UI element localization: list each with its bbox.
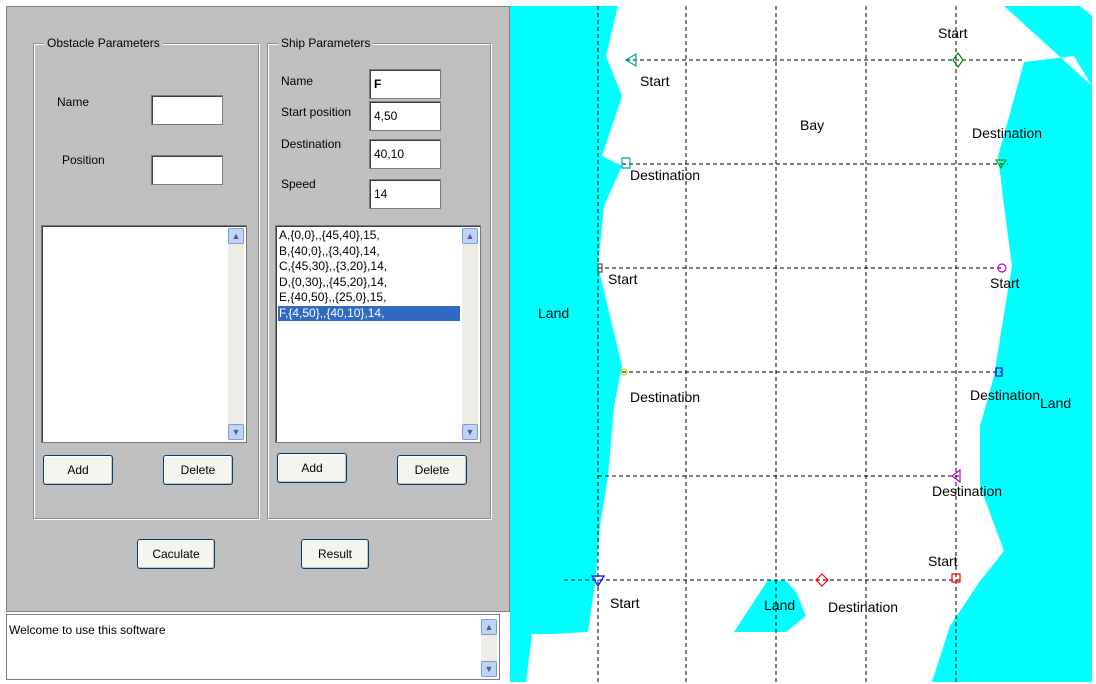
obstacle-name-label: Name: [57, 95, 90, 109]
status-message: Welcome to use this software: [9, 623, 166, 637]
d-destination-label: Destination: [630, 389, 700, 405]
ship-destination-input[interactable]: [369, 139, 441, 169]
ship-list-item[interactable]: B,{40,0},,{3,40},14,: [278, 244, 460, 260]
scroll-up-icon[interactable]: ▲: [228, 228, 244, 244]
ship-speed-input[interactable]: [369, 179, 441, 209]
obstacle-position-label: Position: [62, 153, 105, 167]
ship-list-item[interactable]: F,{4,50},,{40,10},14,: [278, 305, 460, 321]
island-label: Land: [764, 597, 795, 613]
obstacle-add-button[interactable]: Add: [43, 455, 113, 485]
status-scrollbar[interactable]: ▲ ▼: [481, 619, 497, 677]
obstacle-position-input[interactable]: [151, 155, 223, 185]
bay-label: Bay: [800, 117, 824, 133]
control-panel: Obstacle Parameters Name Position ▲ ▼ Ad…: [6, 6, 510, 612]
obstacle-list[interactable]: ▲ ▼: [41, 225, 247, 443]
e-destination-label: Destination: [972, 125, 1042, 141]
ship-start-input[interactable]: [369, 101, 441, 131]
b-start-label: Start: [610, 595, 640, 611]
land-right-label: Land: [1040, 395, 1071, 411]
land-left-label: Land: [538, 305, 569, 321]
a-destination-label: Destination: [828, 599, 898, 615]
map-canvas[interactable]: Bay Land Land Land Start Start Destinati…: [510, 6, 1092, 682]
ship-list-items: A,{0,0},,{45,40},15, B,{40,0},,{3,40},14,…: [278, 228, 460, 321]
scroll-up-icon[interactable]: ▲: [481, 619, 497, 635]
ship-list-item[interactable]: D,{0,30},,{45,20},14,: [278, 275, 460, 291]
d-start-label: Start: [608, 271, 638, 287]
ship-list-scrollbar[interactable]: ▲ ▼: [462, 228, 478, 440]
b-destination-label: Destination: [970, 387, 1040, 403]
ship-list-item[interactable]: A,{0,0},,{45,40},15,: [278, 228, 460, 244]
ship-list-item[interactable]: C,{45,30},,{3,20},14,: [278, 259, 460, 275]
ship-parameters-title: Ship Parameters: [278, 36, 374, 50]
scroll-down-icon[interactable]: ▼: [228, 424, 244, 440]
ship-add-button[interactable]: Add: [277, 453, 347, 483]
f-destination-label: Destination: [630, 167, 700, 183]
c-start-label: Start: [990, 275, 1020, 291]
ship-destination-label: Destination: [281, 137, 342, 151]
scroll-down-icon[interactable]: ▼: [481, 661, 497, 677]
ship-delete-button[interactable]: Delete: [397, 455, 467, 485]
scroll-down-icon[interactable]: ▼: [462, 424, 478, 440]
ship-list-item[interactable]: E,{40,50},,{25,0},15,: [278, 290, 460, 306]
e-start-label: Start: [938, 25, 968, 41]
status-log[interactable]: Welcome to use this software ▲ ▼: [6, 614, 500, 680]
ship-speed-label: Speed: [281, 177, 316, 191]
ship-name-label: Name: [281, 74, 314, 88]
obstacle-parameters-title: Obstacle Parameters: [44, 36, 163, 50]
c-destination-label: Destination: [932, 483, 1002, 499]
obstacle-delete-button[interactable]: Delete: [163, 455, 233, 485]
ship-name-input[interactable]: [369, 69, 441, 99]
obstacle-list-scrollbar[interactable]: ▲ ▼: [228, 228, 244, 440]
result-button[interactable]: Result: [301, 539, 369, 569]
scroll-up-icon[interactable]: ▲: [462, 228, 478, 244]
f-start-label: Start: [640, 73, 670, 89]
calculate-button[interactable]: Caculate: [137, 539, 215, 569]
ship-list[interactable]: A,{0,0},,{45,40},15, B,{40,0},,{3,40},14,…: [275, 225, 481, 443]
ship-start-label: Start position: [281, 105, 352, 119]
obstacle-name-input[interactable]: [151, 95, 223, 125]
a-start-label: Start: [928, 553, 958, 569]
